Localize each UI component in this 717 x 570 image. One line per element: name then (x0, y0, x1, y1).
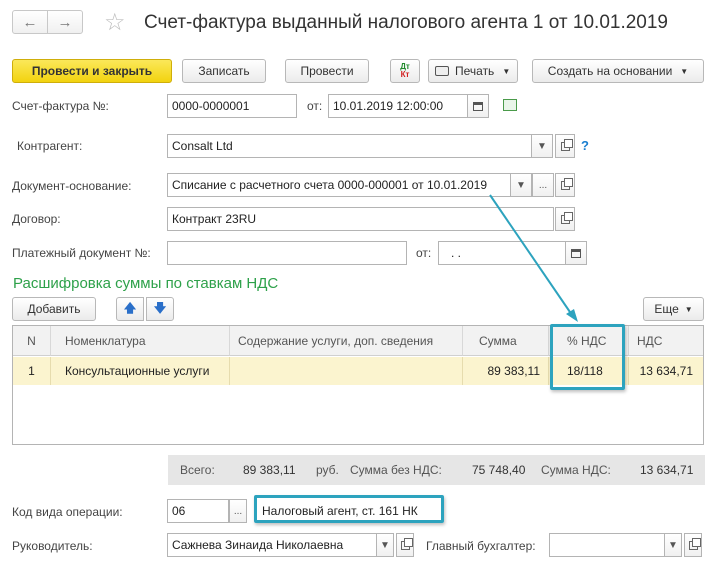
operation-code-label: Код вида операции: (12, 505, 123, 519)
chief-accountant-open-button[interactable] (684, 533, 702, 557)
totals-bar: Всего: 89 383,11 руб. Сумма без НДС: 75 … (168, 455, 705, 485)
open-form-icon (400, 537, 413, 550)
chief-accountant-dropdown-button[interactable]: ▼ (664, 533, 682, 557)
head-open-button[interactable] (396, 533, 414, 557)
chevron-down-icon: ▼ (380, 539, 390, 551)
head-field[interactable]: Сажнева Зинаида Николаевна (167, 533, 377, 557)
vat-total-label: Сумма НДС: (541, 463, 611, 477)
total-label: Всего: (180, 463, 215, 477)
chief-accountant-field[interactable] (549, 533, 665, 557)
currency-label: руб. (316, 463, 339, 477)
without-vat-value: 75 748,40 (472, 463, 526, 477)
head-dropdown-button[interactable]: ▼ (376, 533, 394, 557)
open-form-icon (688, 537, 701, 550)
head-label: Руководитель: (12, 539, 93, 553)
operation-code-highlight (254, 495, 444, 523)
total-value: 89 383,11 (243, 463, 296, 477)
operation-code-field[interactable]: 06 (167, 499, 229, 523)
chief-accountant-label: Главный бухгалтер: (426, 539, 536, 553)
without-vat-label: Сумма без НДС: (350, 463, 442, 477)
operation-code-select-button[interactable]: ... (229, 499, 247, 523)
vat-total-value: 13 634,71 (640, 463, 694, 477)
chevron-down-icon: ▼ (668, 539, 678, 551)
